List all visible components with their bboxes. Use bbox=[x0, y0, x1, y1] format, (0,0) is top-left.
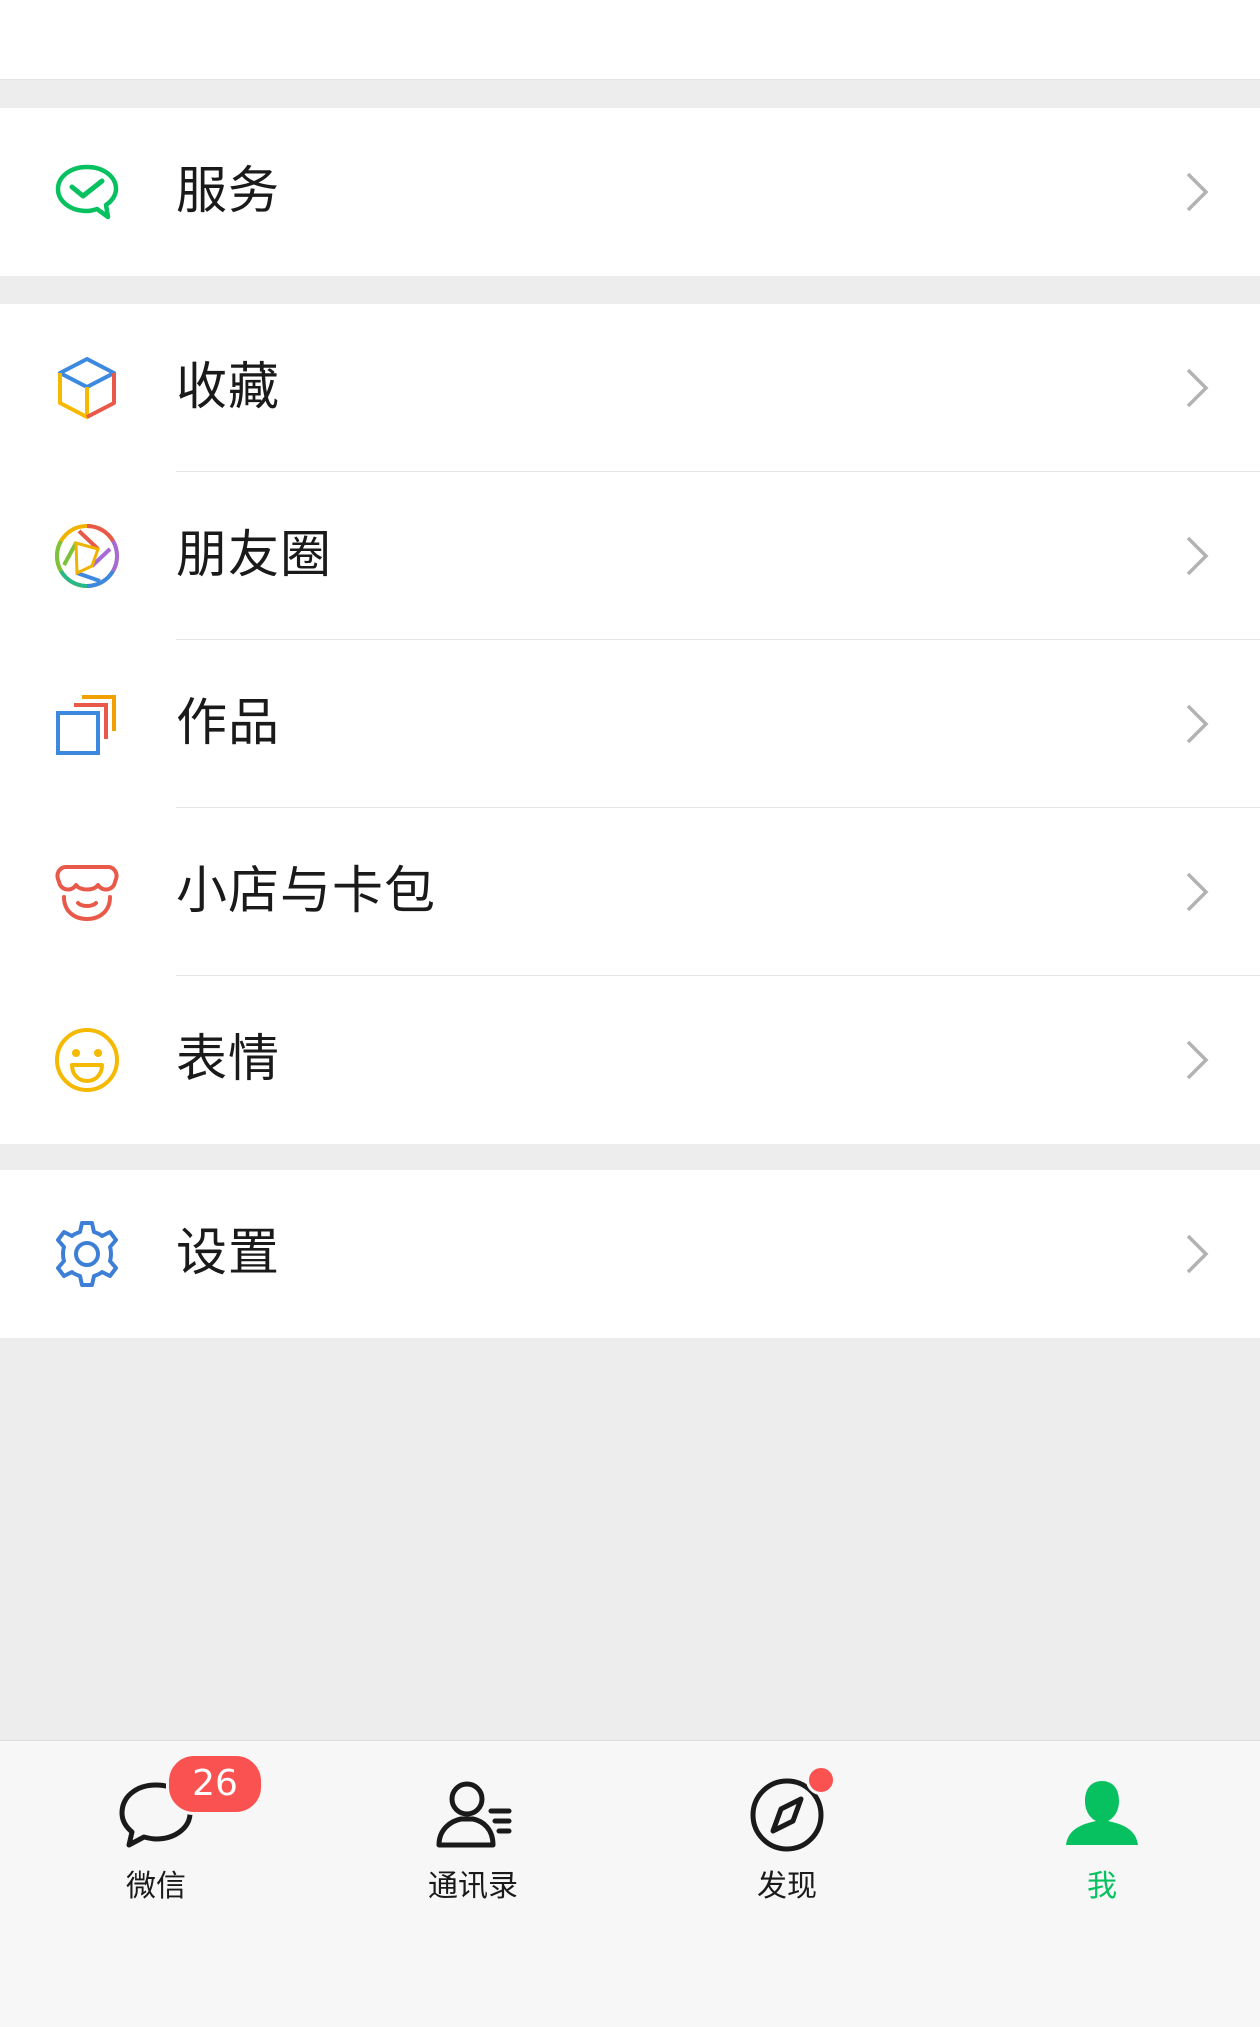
menu-item-label: 服务 bbox=[176, 162, 281, 221]
person-icon bbox=[1060, 1771, 1144, 1855]
tab-label: 微信 bbox=[126, 1869, 186, 1904]
menu-item-settings[interactable]: 设置 bbox=[0, 1170, 1260, 1338]
profile-header-remnant bbox=[0, 0, 1260, 80]
chevron-right-icon bbox=[1184, 702, 1210, 746]
smiley-icon bbox=[52, 1025, 122, 1095]
menu-item-label: 设置 bbox=[176, 1224, 281, 1283]
chevron-right-icon bbox=[1184, 366, 1210, 410]
cube-icon bbox=[52, 353, 122, 423]
menu-item-label: 表情 bbox=[176, 1030, 281, 1089]
menu-item-moments[interactable]: 朋友圈 bbox=[0, 472, 1260, 640]
menu-group-services: 服务 bbox=[0, 108, 1260, 276]
shop-icon bbox=[52, 857, 122, 927]
chevron-right-icon bbox=[1184, 534, 1210, 578]
menu-item-stickers[interactable]: 表情 bbox=[0, 976, 1260, 1144]
tab-contacts[interactable]: 通讯录 bbox=[373, 1741, 573, 1921]
gear-icon bbox=[52, 1219, 122, 1289]
tab-label: 我 bbox=[1087, 1869, 1117, 1904]
works-icon bbox=[52, 689, 122, 759]
menu-group-main: 收藏 朋友圈 作品 小店与卡包 表情 bbox=[0, 304, 1260, 1144]
tab-me[interactable]: 我 bbox=[1002, 1741, 1202, 1921]
menu-item-label: 收藏 bbox=[176, 358, 281, 417]
wechat-pay-icon bbox=[52, 157, 122, 227]
menu-item-works[interactable]: 作品 bbox=[0, 640, 1260, 808]
tab-label: 通讯录 bbox=[428, 1869, 518, 1904]
bottom-tab-bar: 微信 26 通讯录 发现 我 bbox=[0, 1740, 1260, 2027]
menu-group-settings: 设置 bbox=[0, 1170, 1260, 1338]
tab-label: 发现 bbox=[757, 1869, 817, 1904]
chevron-right-icon bbox=[1184, 870, 1210, 914]
menu-item-favorites[interactable]: 收藏 bbox=[0, 304, 1260, 472]
menu-item-label: 小店与卡包 bbox=[176, 862, 437, 921]
unread-badge: 26 bbox=[166, 1753, 264, 1815]
contacts-icon bbox=[431, 1771, 515, 1855]
menu-item-service[interactable]: 服务 bbox=[0, 108, 1260, 276]
chevron-right-icon bbox=[1184, 1038, 1210, 1082]
menu-item-label: 作品 bbox=[176, 694, 281, 753]
chevron-right-icon bbox=[1184, 170, 1210, 214]
aperture-icon bbox=[52, 521, 122, 591]
notification-dot bbox=[806, 1765, 836, 1795]
tab-discover[interactable]: 发现 bbox=[687, 1741, 887, 1921]
chevron-right-icon bbox=[1184, 1232, 1210, 1276]
menu-item-label: 朋友圈 bbox=[176, 526, 333, 585]
menu-item-shop[interactable]: 小店与卡包 bbox=[0, 808, 1260, 976]
